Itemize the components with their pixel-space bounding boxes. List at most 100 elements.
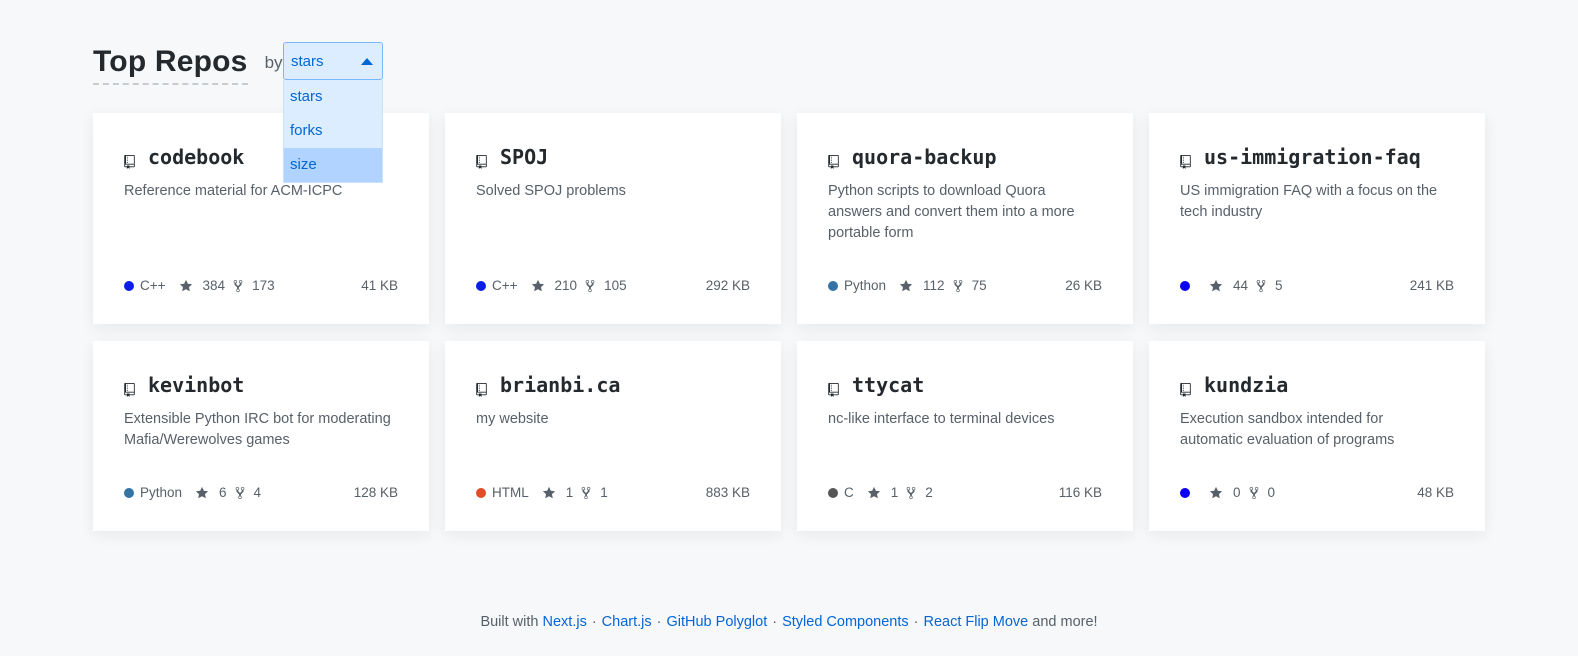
language-color-dot: [476, 280, 486, 291]
language-color-dot: [124, 280, 134, 291]
page-header: Top Repos by: [93, 40, 300, 85]
repo-name[interactable]: SPOJ: [500, 145, 548, 169]
repo-stars: 44: [1209, 278, 1248, 293]
repo-meta: 44 5 241 KB: [1180, 278, 1454, 293]
repo-card[interactable]: kevinbot Extensible Python IRC bot for m…: [93, 341, 429, 531]
repo-card[interactable]: SPOJ Solved SPOJ problems C++ 210 105 29…: [445, 113, 781, 324]
repo-description: my website: [476, 411, 549, 427]
repo-forks: 0: [1249, 485, 1275, 500]
repo-name[interactable]: brianbi.ca: [500, 373, 620, 397]
sort-selected-value: stars: [291, 52, 324, 70]
star-icon: [867, 486, 886, 500]
repo-title[interactable]: quora-backup: [828, 144, 1102, 170]
sort-options-list: stars forks size: [283, 80, 383, 183]
footer-link-styled-components[interactable]: Styled Components: [782, 614, 909, 630]
footer-separator: ·: [913, 614, 919, 630]
repo-stars: 210: [531, 278, 577, 293]
repo-title[interactable]: ttycat: [828, 372, 1102, 398]
star-count: 1: [565, 485, 574, 500]
repo-name[interactable]: quora-backup: [852, 145, 997, 169]
repo-stars: 1: [542, 485, 574, 500]
repo-language: [1180, 280, 1196, 291]
star-icon: [195, 486, 214, 500]
repo-card[interactable]: ttycat nc-like interface to terminal dev…: [797, 341, 1133, 531]
fork-icon: [235, 486, 250, 500]
footer-separator: ·: [591, 614, 597, 630]
footer-link-react-flip-move[interactable]: React Flip Move: [923, 614, 1028, 630]
fork-icon: [585, 279, 600, 293]
repo-icon: [1180, 150, 1191, 169]
repo-title[interactable]: us-immigration-faq: [1180, 144, 1454, 170]
fork-icon: [581, 486, 596, 500]
page-title: Top Repos: [93, 44, 248, 85]
fork-count: 173: [252, 278, 275, 293]
star-icon: [179, 279, 198, 293]
repo-forks: 173: [233, 278, 275, 293]
repo-card[interactable]: brianbi.ca my website HTML 1 1 883 KB: [445, 341, 781, 531]
caret-up-icon: [361, 57, 373, 65]
language-color-dot: [476, 487, 486, 498]
repo-title[interactable]: SPOJ: [476, 144, 750, 170]
repo-meta: C++ 384 173 41 KB: [124, 278, 398, 293]
star-count: 44: [1233, 278, 1249, 293]
repo-icon: [828, 150, 839, 169]
star-count: 1: [890, 485, 899, 500]
star-icon: [1209, 486, 1228, 500]
repo-size: 883 KB: [705, 485, 750, 500]
repo-forks: 105: [585, 278, 627, 293]
sort-option-stars[interactable]: stars: [284, 80, 382, 114]
repo-name[interactable]: ttycat: [852, 373, 924, 397]
sort-option-forks[interactable]: forks: [284, 114, 382, 148]
repo-stars: 384: [179, 278, 226, 293]
repo-name[interactable]: kevinbot: [148, 373, 244, 397]
repo-meta: 0 0 48 KB: [1180, 485, 1454, 500]
repo-name[interactable]: us-immigration-faq: [1204, 145, 1421, 169]
language-name: C++: [492, 278, 518, 293]
repo-icon: [124, 378, 135, 397]
star-icon: [899, 279, 918, 293]
repo-description: Extensible Python IRC bot for moderating…: [124, 411, 391, 448]
repo-description: Python scripts to download Quora answers…: [828, 183, 1075, 241]
repo-description: Solved SPOJ problems: [476, 183, 626, 199]
repo-title[interactable]: brianbi.ca: [476, 372, 750, 398]
repo-stars: 1: [867, 485, 899, 500]
sort-dropdown-button[interactable]: stars: [283, 42, 383, 80]
sort-dropdown[interactable]: stars stars forks size: [283, 42, 383, 183]
repo-stars: 0: [1209, 485, 1241, 500]
repo-card[interactable]: us-immigration-faq US immigration FAQ wi…: [1149, 113, 1485, 324]
repo-language: C: [828, 485, 854, 500]
language-color-dot: [828, 280, 838, 291]
footer-link-github-polyglot[interactable]: GitHub Polyglot: [666, 614, 767, 630]
repo-size: 292 KB: [705, 278, 750, 293]
language-color-dot: [828, 487, 838, 498]
repo-language: HTML: [476, 485, 529, 500]
footer-link-chartjs[interactable]: Chart.js: [602, 614, 652, 630]
language-name: HTML: [492, 485, 529, 500]
footer-separator: ·: [772, 614, 778, 630]
repo-card[interactable]: quora-backup Python scripts to download …: [797, 113, 1133, 324]
repo-size: 26 KB: [1065, 278, 1102, 293]
fork-count: 105: [604, 278, 627, 293]
fork-icon: [1256, 279, 1271, 293]
repo-description: US immigration FAQ with a focus on the t…: [1180, 183, 1438, 220]
footer-link-nextjs[interactable]: Next.js: [543, 614, 587, 630]
repo-icon: [828, 378, 839, 397]
repo-stars: 6: [195, 485, 227, 500]
repo-forks: 5: [1256, 278, 1283, 293]
repo-name[interactable]: kundzia: [1204, 373, 1288, 397]
repo-name[interactable]: codebook: [148, 145, 244, 169]
repo-meta: HTML 1 1 883 KB: [476, 485, 750, 500]
repo-title[interactable]: kundzia: [1180, 372, 1454, 398]
star-icon: [531, 279, 550, 293]
fork-icon: [953, 279, 968, 293]
repo-size: 128 KB: [353, 485, 398, 500]
repo-title[interactable]: kevinbot: [124, 372, 398, 398]
language-name: C: [844, 485, 854, 500]
repo-language: Python: [124, 485, 182, 500]
sort-option-size[interactable]: size: [284, 148, 382, 182]
star-count: 384: [202, 278, 226, 293]
star-count: 6: [219, 485, 227, 500]
footer: Built with Next.js · Chart.js · GitHub Polyg…: [0, 614, 1578, 630]
repo-card[interactable]: kundzia Execution sandbox intended for a…: [1149, 341, 1485, 531]
footer-prefix: Built with: [480, 614, 539, 630]
